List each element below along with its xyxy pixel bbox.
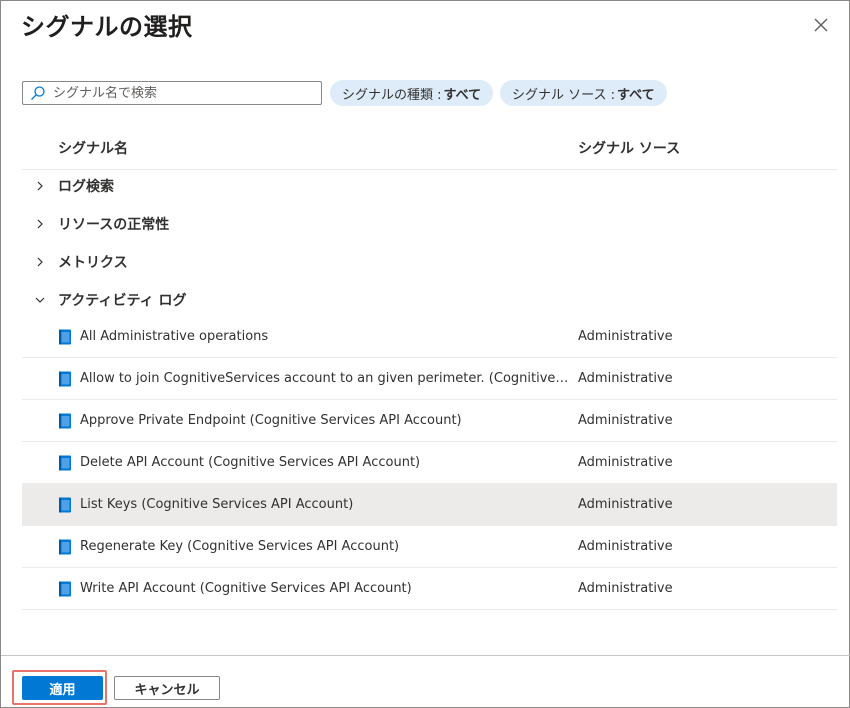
- signal-search-input[interactable]: [53, 85, 303, 101]
- document-icon: [59, 371, 71, 387]
- signal-source: Administrative: [578, 497, 673, 512]
- group-label: アクティビティ ログ: [58, 293, 187, 309]
- signal-source-filter-value: すべて: [617, 87, 655, 103]
- group-log-search[interactable]: ログ検索: [22, 169, 837, 203]
- close-button[interactable]: [809, 13, 833, 37]
- chevron-right-icon: [37, 257, 43, 267]
- signal-source: Administrative: [578, 329, 673, 344]
- signal-row[interactable]: Allow to join CognitiveServices account …: [22, 358, 837, 400]
- group-resource-health[interactable]: リソースの正常性: [22, 207, 837, 241]
- apply-button[interactable]: 適用: [22, 676, 103, 700]
- signal-type-filter-value: すべて: [443, 87, 482, 103]
- signal-name: Write API Account (Cognitive Services AP…: [80, 581, 412, 596]
- signal-name: Allow to join CognitiveServices account …: [80, 371, 570, 386]
- signal-name: Delete API Account (Cognitive Services A…: [80, 455, 421, 470]
- document-icon: [59, 329, 71, 345]
- document-icon: [59, 581, 71, 597]
- close-icon: [814, 18, 828, 32]
- document-icon: [59, 413, 71, 429]
- signal-source: Administrative: [578, 539, 673, 554]
- signal-row[interactable]: Write API Account (Cognitive Services AP…: [22, 568, 837, 610]
- signal-source: Administrative: [578, 455, 673, 470]
- signal-name: Regenerate Key (Cognitive Services API A…: [80, 539, 400, 554]
- signal-source-filter-label: シグナル ソース :: [512, 87, 615, 103]
- signal-source: Administrative: [578, 413, 673, 428]
- signal-source-filter[interactable]: シグナル ソース : すべて: [500, 80, 667, 106]
- group-label: ログ検索: [58, 179, 114, 195]
- group-activity-log[interactable]: アクティビティ ログ: [22, 283, 837, 317]
- chevron-down-icon: [35, 297, 45, 303]
- signal-search-box[interactable]: [22, 81, 322, 105]
- signal-type-filter-label: シグナルの種類 :: [342, 87, 442, 103]
- signal-row[interactable]: Regenerate Key (Cognitive Services API A…: [22, 526, 837, 568]
- signal-row[interactable]: All Administrative operations Administra…: [22, 316, 837, 358]
- signal-name: Approve Private Endpoint (Cognitive Serv…: [80, 413, 462, 428]
- panel-title: シグナルの選択: [21, 13, 193, 41]
- signal-name: All Administrative operations: [80, 329, 269, 344]
- signal-row[interactable]: Approve Private Endpoint (Cognitive Serv…: [22, 400, 837, 442]
- search-icon: [31, 86, 45, 100]
- cancel-button[interactable]: キャンセル: [114, 676, 220, 700]
- column-header-signal-name[interactable]: シグナル名: [58, 138, 128, 158]
- signal-name: List Keys (Cognitive Services API Accoun…: [80, 497, 354, 512]
- chevron-right-icon: [37, 181, 43, 191]
- document-icon: [59, 455, 71, 471]
- group-label: メトリクス: [58, 255, 128, 271]
- footer-divider: [1, 655, 850, 656]
- signal-source: Administrative: [578, 371, 673, 386]
- signal-source: Administrative: [578, 581, 673, 596]
- signal-row[interactable]: Delete API Account (Cognitive Services A…: [22, 442, 837, 484]
- signal-type-filter[interactable]: シグナルの種類 : すべて: [330, 80, 494, 106]
- select-signal-panel: シグナルの選択 シグナルの種類 : すべて シグナル ソース : すべて シグナ…: [0, 0, 850, 708]
- chevron-right-icon: [37, 219, 43, 229]
- document-icon: [59, 497, 71, 513]
- group-metrics[interactable]: メトリクス: [22, 245, 837, 279]
- group-label: リソースの正常性: [58, 217, 170, 233]
- document-icon: [59, 539, 71, 555]
- column-header-signal-source[interactable]: シグナル ソース: [578, 138, 680, 158]
- signal-row-selected[interactable]: List Keys (Cognitive Services API Accoun…: [22, 484, 837, 526]
